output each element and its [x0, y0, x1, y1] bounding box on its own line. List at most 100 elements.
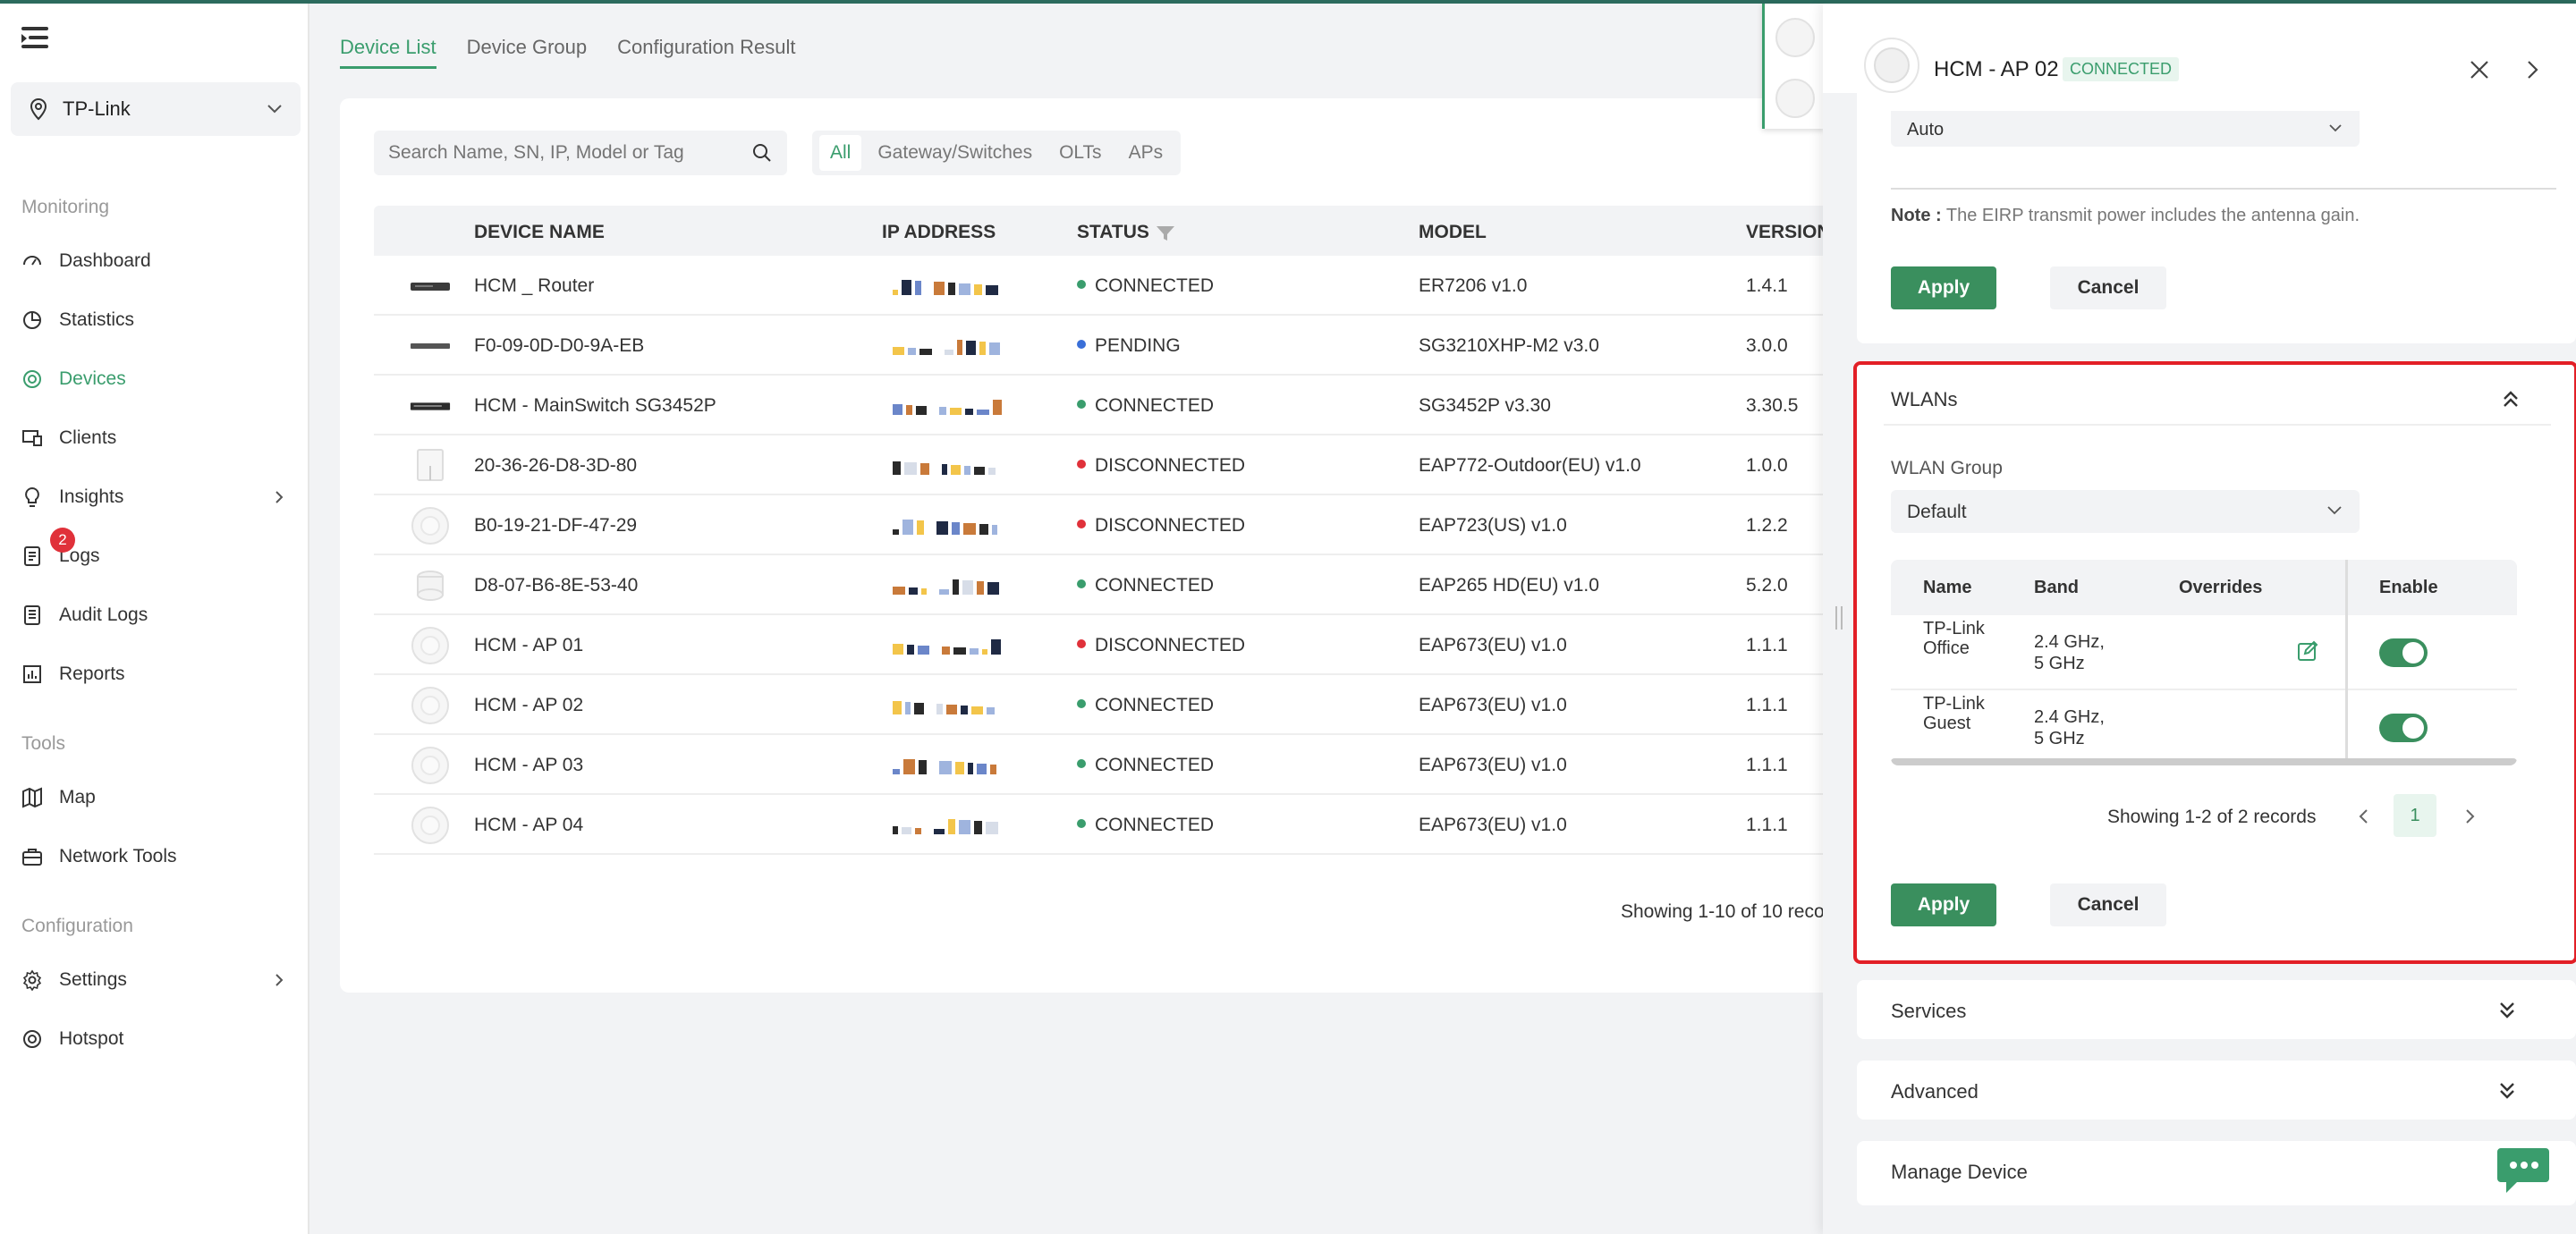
- sidebar-item-network-tools[interactable]: Network Tools: [21, 837, 299, 876]
- device-name[interactable]: D8-07-B6-8E-53-40: [474, 575, 638, 596]
- chevron-right-icon[interactable]: [2465, 808, 2476, 824]
- panel-resize-handle[interactable]: [1835, 606, 1843, 630]
- sidebar-item-map[interactable]: Map: [21, 778, 299, 817]
- table-row[interactable]: HCM - AP 04 CONNECTED EAP673(EU) v1.0 1.1.1: [374, 795, 1860, 855]
- wlan-band-line2: 5 GHz: [2034, 729, 2085, 748]
- horizontal-scrollbar[interactable]: [1891, 758, 2517, 765]
- site-selector[interactable]: TP-Link: [11, 82, 301, 136]
- device-name[interactable]: F0-09-0D-D0-9A-EB: [474, 335, 644, 357]
- wlan-group-select[interactable]: Default: [1891, 490, 2360, 533]
- table-row[interactable]: HCM - AP 01 DISCONNECTED EAP673(EU) v1.0 1.…: [374, 615, 1860, 675]
- wlan-enable-toggle[interactable]: [2379, 714, 2428, 742]
- column-version[interactable]: VERSION: [1746, 222, 1831, 243]
- wlans-title: WLANs: [1891, 388, 1958, 410]
- ap-thumbnail-icon[interactable]: [1775, 79, 1815, 118]
- table-row[interactable]: 20-36-26-D8-3D-80 DISCONNECTED EAP772-Outd…: [374, 435, 1860, 495]
- chevron-down-icon: [267, 105, 282, 114]
- wlan-name: TP-Link Office: [1923, 619, 1985, 658]
- table-row[interactable]: HCM - AP 02 CONNECTED EAP673(EU) v1.0 1.1.1: [374, 675, 1860, 735]
- device-name[interactable]: HCM - AP 01: [474, 635, 583, 656]
- sidebar-item-hotspot[interactable]: Hotspot: [21, 1019, 299, 1059]
- advanced-section[interactable]: Advanced: [1857, 1061, 2576, 1120]
- table-row[interactable]: HCM - AP 03 CONNECTED EAP673(EU) v1.0 1.1.1: [374, 735, 1860, 795]
- close-icon[interactable]: [2469, 59, 2490, 80]
- table-row[interactable]: D8-07-B6-8E-53-40 CONNECTED EAP265 HD(EU) …: [374, 555, 1860, 615]
- device-name[interactable]: HCM - AP 02: [474, 695, 583, 716]
- nav-section-monitoring: Monitoring: [21, 197, 110, 217]
- radio-cancel-button[interactable]: Cancel: [2050, 266, 2166, 309]
- sidebar-item-reports[interactable]: Reports: [21, 655, 299, 694]
- device-name[interactable]: HCM - AP 03: [474, 755, 583, 776]
- tab-configuration-result[interactable]: Configuration Result: [617, 36, 795, 69]
- device-name[interactable]: HCM - AP 04: [474, 815, 583, 836]
- wlan-apply-button[interactable]: Apply: [1891, 883, 1996, 926]
- search-input[interactable]: [388, 142, 751, 164]
- radio-apply-button[interactable]: Apply: [1891, 266, 1996, 309]
- filter-aps[interactable]: APs: [1118, 135, 1174, 171]
- wlan-cancel-button[interactable]: Cancel: [2050, 883, 2166, 926]
- status-text: DISCONNECTED: [1095, 635, 1246, 655]
- ap-device-icon: [1874, 47, 1910, 83]
- chevron-right-icon[interactable]: [2526, 59, 2540, 80]
- device-version: 1.0.0: [1746, 455, 1788, 476]
- filter-all[interactable]: All: [819, 135, 862, 171]
- sidebar-item-audit-logs[interactable]: Audit Logs: [21, 596, 299, 635]
- status-dot: [1077, 579, 1086, 589]
- status-text: CONNECTED: [1095, 275, 1215, 296]
- tab-device-group[interactable]: Device Group: [467, 36, 588, 69]
- chevron-left-icon[interactable]: [2358, 808, 2368, 824]
- table-row[interactable]: B0-19-21-DF-47-29 DISCONNECTED EAP723(US) …: [374, 495, 1860, 555]
- edit-icon[interactable]: [2297, 640, 2318, 662]
- wlan-band-line1: 2.4 GHz,: [2034, 707, 2105, 727]
- device-version: 1.1.1: [1746, 695, 1788, 715]
- chat-support-icon[interactable]: [2496, 1145, 2551, 1195]
- status-badge: DISCONNECTED: [1077, 635, 1245, 656]
- manage-device-section[interactable]: Manage Device: [1857, 1141, 2576, 1205]
- column-divider: [2345, 560, 2348, 761]
- sidebar-item-settings[interactable]: Settings: [21, 960, 299, 1000]
- wlan-enable-toggle[interactable]: [2379, 638, 2428, 667]
- eirp-note: Note : The EIRP transmit power includes …: [1891, 206, 2360, 226]
- sidebar-item-logs[interactable]: 2 Logs: [21, 528, 299, 576]
- chevron-down-icon: [2327, 506, 2342, 515]
- site-name: TP-Link: [63, 97, 131, 120]
- double-chevron-up-icon[interactable]: [2503, 390, 2519, 408]
- device-name[interactable]: 20-36-26-D8-3D-80: [474, 455, 637, 477]
- tab-device-list[interactable]: Device List: [340, 36, 436, 69]
- column-model[interactable]: MODEL: [1419, 222, 1487, 243]
- table-row[interactable]: HCM - MainSwitch SG3452P CONNECTED SG3452P…: [374, 376, 1860, 435]
- wlan-pagination: Showing 1-2 of 2 records 1: [1857, 794, 2576, 839]
- device-name[interactable]: HCM _ Router: [474, 275, 594, 297]
- table-row[interactable]: HCM _ Router CONNECTED ER7206 v1.0 1.4.1: [374, 256, 1860, 316]
- sidebar-item-statistics[interactable]: Statistics: [21, 300, 299, 340]
- search-icon[interactable]: [751, 142, 773, 164]
- page-number-button[interactable]: 1: [2394, 794, 2436, 837]
- sidebar-item-insights[interactable]: Insights: [21, 478, 299, 517]
- sidebar-item-clients[interactable]: Clients: [21, 418, 299, 458]
- collapse-menu-icon[interactable]: [21, 27, 48, 50]
- device-name[interactable]: B0-19-21-DF-47-29: [474, 515, 637, 537]
- device-name[interactable]: HCM - MainSwitch SG3452P: [474, 395, 716, 417]
- table-row[interactable]: F0-09-0D-D0-9A-EB PENDING SG3210XHP-M2 v3.…: [374, 316, 1860, 376]
- filter-funnel-icon[interactable]: [1156, 225, 1175, 241]
- sidebar-item-dashboard[interactable]: Dashboard: [21, 241, 299, 281]
- column-device-name[interactable]: DEVICE NAME: [474, 222, 605, 243]
- device-detail-panel: Auto Note : The EIRP transmit power incl…: [1823, 4, 2576, 1234]
- device-model: EAP265 HD(EU) v1.0: [1419, 575, 1599, 596]
- column-status[interactable]: STATUS: [1077, 222, 1149, 243]
- status-dot: [1077, 280, 1086, 290]
- ap-device-icon: [410, 807, 451, 844]
- status-dot: [1077, 699, 1086, 709]
- divider: [1884, 424, 2551, 426]
- column-ip-address[interactable]: IP ADDRESS: [882, 222, 996, 243]
- services-section[interactable]: Services: [1857, 980, 2576, 1039]
- sidebar-item-devices[interactable]: Devices: [21, 359, 299, 399]
- power-select[interactable]: Auto: [1891, 111, 2360, 147]
- logs-badge: 2: [50, 528, 75, 553]
- column-enable: Enable: [2379, 578, 2438, 597]
- sidebar-item-label: Clients: [59, 427, 117, 448]
- filter-olts[interactable]: OLTs: [1048, 135, 1112, 171]
- ap-thumbnail-icon[interactable]: [1775, 18, 1815, 57]
- filter-gateway-switches[interactable]: Gateway/Switches: [867, 135, 1043, 171]
- ap-stack-device-icon: [410, 570, 451, 602]
